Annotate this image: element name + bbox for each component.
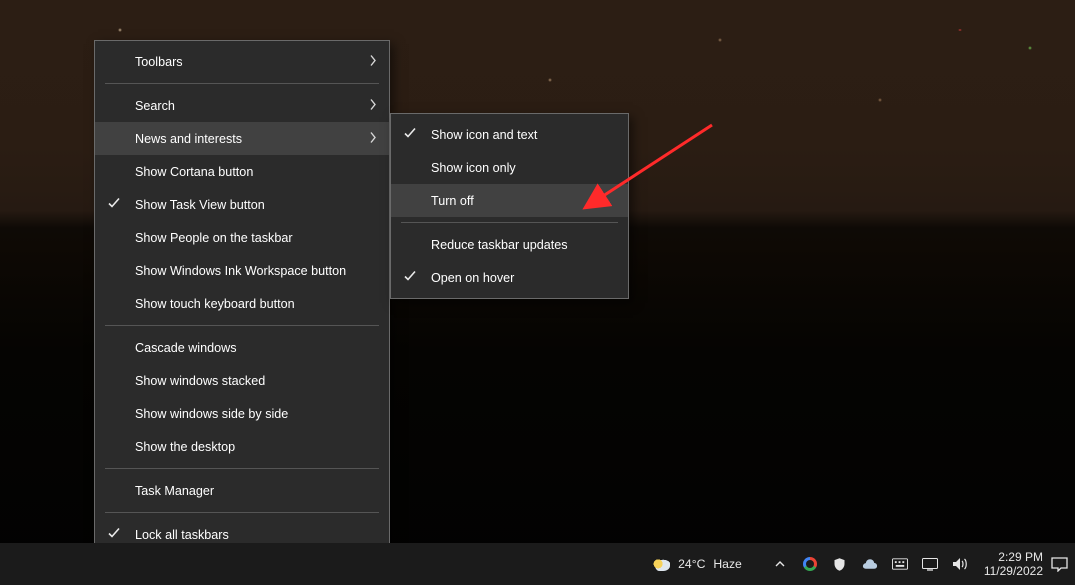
- menu-item-label: Show Task View button: [135, 198, 265, 212]
- menu-item-label: Show Cortana button: [135, 165, 253, 179]
- weather-temp: 24°C: [678, 557, 705, 571]
- menu-side-by-side[interactable]: Show windows side by side: [95, 397, 389, 430]
- submenu-turn-off[interactable]: Turn off: [391, 184, 628, 217]
- menu-item-label: Toolbars: [135, 55, 183, 69]
- menu-show-people[interactable]: Show People on the taskbar: [95, 221, 389, 254]
- menu-show-taskview[interactable]: Show Task View button: [95, 188, 389, 221]
- weather-icon: [653, 558, 670, 571]
- menu-item-label: Search: [135, 99, 175, 113]
- taskbar-context-menu: Toolbars Search News and interests Show …: [94, 40, 390, 585]
- menu-item-label: Show icon only: [431, 161, 516, 175]
- check-icon: [107, 196, 121, 213]
- separator: [105, 512, 379, 513]
- check-icon: [403, 126, 417, 143]
- chevron-right-icon: [369, 131, 377, 146]
- menu-item-label: Show Windows Ink Workspace button: [135, 264, 346, 278]
- menu-item-label: Reduce taskbar updates: [431, 238, 568, 252]
- separator: [105, 83, 379, 84]
- separator: [105, 325, 379, 326]
- menu-task-manager[interactable]: Task Manager: [95, 474, 389, 507]
- menu-item-label: Cascade windows: [135, 341, 237, 355]
- menu-show-ink[interactable]: Show Windows Ink Workspace button: [95, 254, 389, 287]
- submenu-reduce-updates[interactable]: Reduce taskbar updates: [391, 228, 628, 261]
- menu-item-label: Open on hover: [431, 271, 514, 285]
- security-icon[interactable]: [832, 556, 848, 572]
- menu-toolbars[interactable]: Toolbars: [95, 45, 389, 78]
- chevron-right-icon: [369, 54, 377, 69]
- network-monitor-icon[interactable]: [922, 556, 938, 572]
- menu-news-interests[interactable]: News and interests: [95, 122, 389, 155]
- taskbar-clock[interactable]: 2:29 PM 11/29/2022: [984, 550, 1043, 578]
- submenu-show-icon-text[interactable]: Show icon and text: [391, 118, 628, 151]
- menu-show-touch-keyboard[interactable]: Show touch keyboard button: [95, 287, 389, 320]
- menu-item-label: Show People on the taskbar: [135, 231, 293, 245]
- onedrive-icon[interactable]: [862, 556, 878, 572]
- menu-item-label: News and interests: [135, 132, 242, 146]
- menu-item-label: Show icon and text: [431, 128, 537, 142]
- chrome-icon[interactable]: [802, 556, 818, 572]
- news-interests-submenu: Show icon and text Show icon only Turn o…: [390, 113, 629, 299]
- clock-time: 2:29 PM: [998, 550, 1043, 564]
- menu-search[interactable]: Search: [95, 89, 389, 122]
- keyboard-icon[interactable]: [892, 556, 908, 572]
- separator: [401, 222, 618, 223]
- action-center-icon[interactable]: [1049, 557, 1069, 572]
- separator: [105, 468, 379, 469]
- menu-item-label: Lock all taskbars: [135, 528, 229, 542]
- menu-show-desktop[interactable]: Show the desktop: [95, 430, 389, 463]
- check-icon: [403, 269, 417, 286]
- submenu-show-icon-only[interactable]: Show icon only: [391, 151, 628, 184]
- menu-item-label: Task Manager: [135, 484, 214, 498]
- check-icon: [107, 526, 121, 543]
- menu-item-label: Show windows stacked: [135, 374, 265, 388]
- chevron-right-icon: [369, 98, 377, 113]
- volume-icon[interactable]: [952, 556, 968, 572]
- menu-cascade[interactable]: Cascade windows: [95, 331, 389, 364]
- system-tray: [766, 543, 974, 585]
- menu-show-cortana[interactable]: Show Cortana button: [95, 155, 389, 188]
- menu-item-label: Turn off: [431, 194, 474, 208]
- weather-description: Haze: [713, 557, 741, 571]
- menu-item-label: Show touch keyboard button: [135, 297, 295, 311]
- weather-widget[interactable]: 24°C Haze: [647, 543, 748, 585]
- taskbar: 24°C Haze 2:29 PM 11/29/2022: [0, 543, 1075, 585]
- menu-item-label: Show the desktop: [135, 440, 235, 454]
- clock-date: 11/29/2022: [984, 564, 1043, 578]
- menu-stacked[interactable]: Show windows stacked: [95, 364, 389, 397]
- tray-overflow-icon[interactable]: [772, 556, 788, 572]
- submenu-open-on-hover[interactable]: Open on hover: [391, 261, 628, 294]
- menu-item-label: Show windows side by side: [135, 407, 288, 421]
